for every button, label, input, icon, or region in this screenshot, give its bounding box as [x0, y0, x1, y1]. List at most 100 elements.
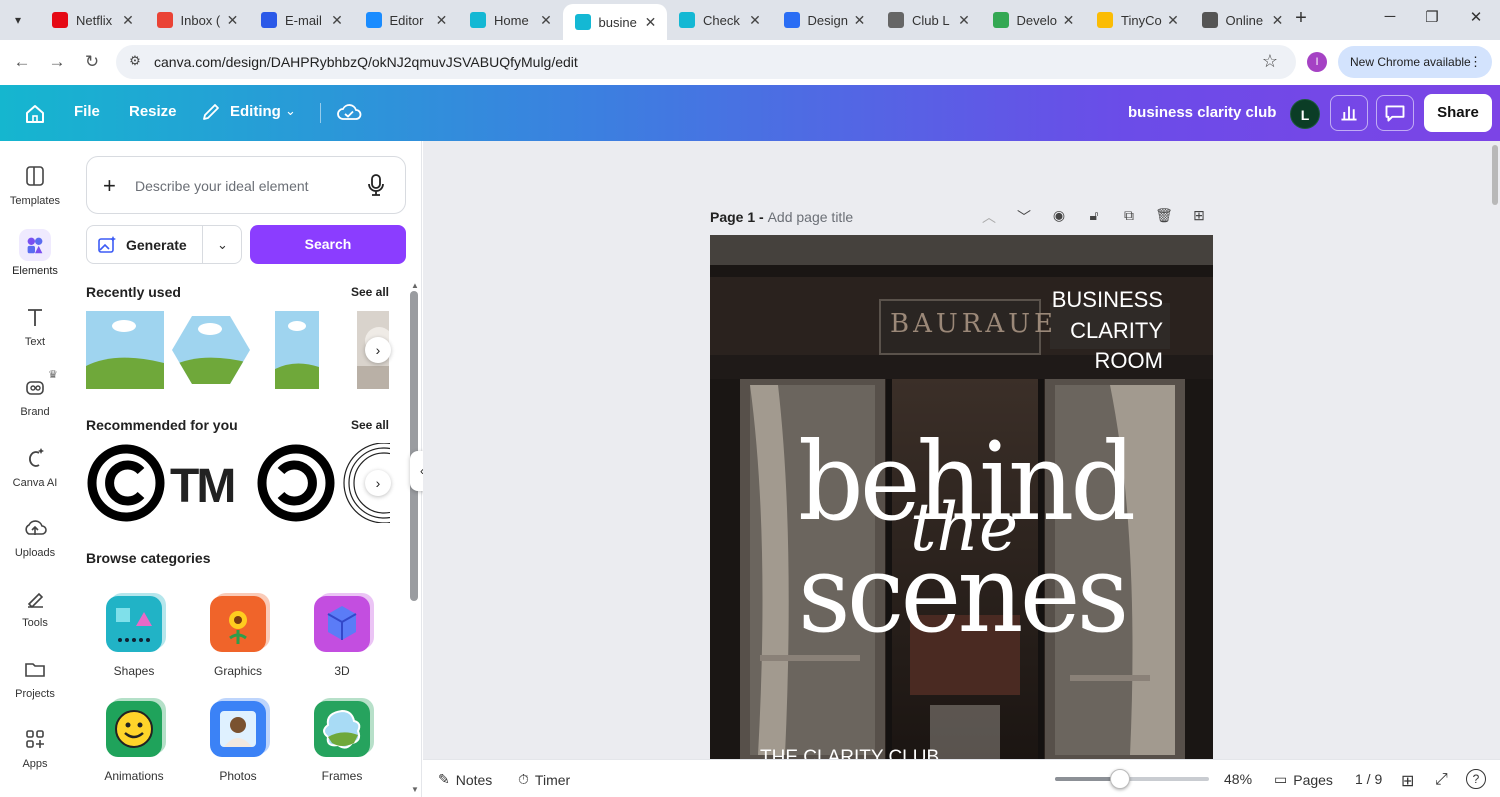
- category-shapes[interactable]: Shapes: [86, 596, 182, 678]
- microphone-icon[interactable]: [367, 173, 385, 197]
- zoom-slider-handle[interactable]: [1109, 769, 1130, 789]
- editing-mode-button[interactable]: Editing: [230, 103, 281, 120]
- close-tab-icon[interactable]: ✕: [538, 12, 554, 29]
- rail-item-templates[interactable]: Templates: [0, 163, 70, 207]
- move-page-down-icon[interactable]: ﹀: [1014, 207, 1034, 227]
- element-search-input[interactable]: + Describe your ideal element: [86, 156, 406, 214]
- browser-tab[interactable]: Online ✕: [1190, 4, 1294, 36]
- browser-tab[interactable]: Home ✕: [458, 4, 562, 36]
- close-tab-icon[interactable]: ✕: [956, 12, 972, 29]
- minimize-button[interactable]: ─: [1370, 8, 1410, 32]
- design-page[interactable]: BAURAUE BUSINESS CLARITY ROOM behind the…: [710, 235, 1213, 759]
- new-tab-button[interactable]: +: [1290, 8, 1312, 30]
- share-button[interactable]: Share: [1424, 94, 1492, 132]
- recent-next-arrow-icon[interactable]: ›: [365, 337, 391, 363]
- insights-button[interactable]: [1330, 95, 1368, 131]
- cloud-saved-icon[interactable]: [336, 101, 362, 123]
- close-tab-icon[interactable]: ✕: [120, 12, 136, 29]
- rail-item-apps[interactable]: Apps: [0, 726, 70, 770]
- trademark-element[interactable]: TM: [170, 459, 236, 514]
- category-3d[interactable]: 3D: [294, 596, 390, 678]
- category-animations[interactable]: Animations: [86, 701, 182, 783]
- rail-item-brand[interactable]: Brand ♛: [0, 369, 70, 418]
- scenes-title-text[interactable]: scenes: [798, 535, 1129, 655]
- maximize-button[interactable]: ❐: [1412, 8, 1452, 32]
- footer-brand-text[interactable]: THE CLARITY CLUB: [760, 747, 939, 759]
- browser-tab[interactable]: Editor ✕: [354, 4, 458, 36]
- zoom-slider[interactable]: [1055, 769, 1209, 789]
- close-tab-icon[interactable]: ✕: [852, 12, 868, 29]
- bookmark-star-icon[interactable]: ☆: [1262, 51, 1278, 72]
- notes-button[interactable]: ✎ Notes: [438, 771, 492, 788]
- hide-page-icon[interactable]: ◉: [1049, 207, 1069, 227]
- rail-item-canva-ai[interactable]: Canva AI: [0, 445, 70, 489]
- design-title[interactable]: business clarity club: [1128, 104, 1276, 121]
- delete-page-icon[interactable]: 🗑︎: [1154, 207, 1174, 227]
- panel-scrollbar[interactable]: [410, 291, 418, 601]
- page-title-placeholder[interactable]: Add page title: [768, 209, 854, 225]
- workspace-scrollbar[interactable]: [1492, 145, 1498, 205]
- category-photos[interactable]: Photos: [190, 701, 286, 783]
- lock-page-icon[interactable]: 🔓︎: [1084, 207, 1104, 227]
- page-counter[interactable]: 1 / 9: [1355, 771, 1382, 787]
- category-frames[interactable]: Frames: [294, 701, 390, 783]
- add-page-icon[interactable]: ⊞: [1189, 207, 1209, 227]
- close-tab-icon[interactable]: ✕: [225, 12, 241, 29]
- rail-item-text[interactable]: Text: [0, 304, 70, 348]
- fullscreen-icon[interactable]: ⤢: [1435, 771, 1448, 789]
- category-graphics[interactable]: Graphics: [190, 596, 286, 678]
- forward-button[interactable]: →: [45, 50, 69, 74]
- see-all-recommended-link[interactable]: See all: [351, 418, 389, 432]
- see-all-recent-link[interactable]: See all: [351, 285, 389, 299]
- close-tab-icon[interactable]: ✕: [1165, 12, 1181, 29]
- help-icon[interactable]: ?: [1466, 769, 1486, 789]
- browser-tab[interactable]: Club L ✕: [876, 4, 980, 36]
- more-menu-icon[interactable]: ⋮: [1469, 46, 1482, 78]
- site-settings-icon[interactable]: ⚙: [126, 53, 144, 71]
- close-tab-icon[interactable]: ✕: [1061, 12, 1077, 29]
- address-bar[interactable]: ⚙ canva.com/design/DAHPRybhbzQ/okNJ2qmuv…: [116, 45, 1296, 79]
- chevron-down-icon[interactable]: ⌄: [285, 103, 296, 119]
- rail-item-tools[interactable]: Tools: [0, 585, 70, 629]
- recent-landscape-rect[interactable]: [86, 311, 164, 389]
- rail-item-elements[interactable]: Elements: [0, 229, 70, 277]
- copyright-symbol-element[interactable]: [86, 443, 166, 523]
- tab-search-icon[interactable]: ▾: [6, 8, 30, 32]
- zoom-percentage[interactable]: 48%: [1224, 771, 1252, 787]
- recommended-next-arrow-icon[interactable]: ›: [365, 470, 391, 496]
- close-tab-icon[interactable]: ✕: [329, 12, 345, 29]
- profile-avatar[interactable]: I: [1307, 52, 1327, 72]
- timer-button[interactable]: ⏱ Timer: [518, 771, 570, 788]
- file-menu[interactable]: File: [74, 103, 100, 120]
- resize-button[interactable]: Resize: [129, 103, 177, 120]
- add-icon[interactable]: +: [103, 173, 116, 199]
- close-tab-icon[interactable]: ✕: [643, 14, 659, 31]
- browser-tab[interactable]: Develo ✕: [981, 4, 1085, 36]
- browser-tab[interactable]: Inbox (✕: [145, 4, 249, 36]
- scroll-up-arrow-icon[interactable]: ▲: [411, 281, 419, 290]
- search-button[interactable]: Search: [250, 225, 406, 264]
- recent-landscape-hexagon[interactable]: [172, 311, 250, 389]
- url-text[interactable]: canva.com/design/DAHPRybhbzQ/okNJ2qmuvJS…: [154, 54, 578, 70]
- close-tab-icon[interactable]: ✕: [1270, 12, 1286, 29]
- chrome-update-button[interactable]: New Chrome available ⋮: [1338, 46, 1492, 78]
- browser-tab[interactable]: busine ✕: [562, 4, 667, 40]
- browser-tab[interactable]: TinyCo ✕: [1085, 4, 1189, 36]
- comments-button[interactable]: [1376, 95, 1414, 131]
- reload-button[interactable]: ↻: [80, 50, 104, 74]
- copyleft-symbol-element[interactable]: [256, 443, 336, 523]
- scroll-down-arrow-icon[interactable]: ▼: [411, 785, 419, 794]
- move-page-up-icon[interactable]: ︿: [979, 207, 999, 227]
- grid-view-icon[interactable]: ⊞: [1401, 771, 1414, 791]
- close-tab-icon[interactable]: ✕: [434, 12, 450, 29]
- heading-text-block[interactable]: BUSINESS CLARITY ROOM: [1052, 285, 1163, 377]
- pages-button[interactable]: ▭ Pages: [1274, 771, 1333, 788]
- user-avatar[interactable]: L: [1290, 99, 1320, 129]
- page-label[interactable]: Page 1 - Add page title: [710, 209, 853, 225]
- rail-item-uploads[interactable]: Uploads: [0, 515, 70, 559]
- close-tab-icon[interactable]: ✕: [747, 12, 763, 29]
- browser-tab[interactable]: Netflix ✕: [40, 4, 144, 36]
- rail-item-projects[interactable]: Projects: [0, 656, 70, 700]
- browser-tab[interactable]: E-mail ✕: [249, 4, 353, 36]
- duplicate-page-icon[interactable]: ⧉: [1119, 207, 1139, 227]
